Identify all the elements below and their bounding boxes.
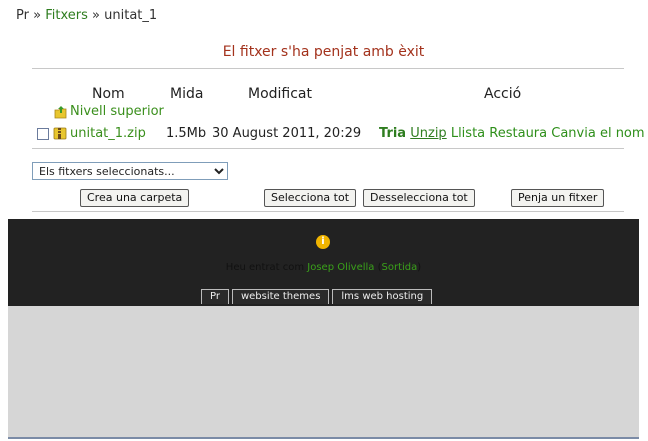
- file-manager-panel: Pr » Fitxers » unitat_1 El fitxer s'ha p…: [8, 8, 645, 218]
- footer-tab-website-themes[interactable]: website themes: [231, 289, 330, 304]
- breadcrumb-files-link[interactable]: Fitxers: [45, 8, 88, 23]
- success-notice: El fitxer s'ha penjat amb èxit: [222, 44, 425, 60]
- divider: [32, 68, 624, 69]
- bottom-border: [8, 437, 639, 439]
- column-header-size: Mida: [170, 86, 204, 102]
- rename-link[interactable]: Canvia el nom: [551, 126, 644, 141]
- divider: [32, 148, 624, 149]
- logout-link[interactable]: Sortida: [382, 262, 418, 273]
- tria-link[interactable]: Tria: [379, 126, 406, 141]
- footer-tabs: Pr website themes lms web hosting: [201, 289, 433, 304]
- upload-file-button[interactable]: Penja un fitxer: [511, 189, 605, 207]
- file-checkbox[interactable]: [37, 128, 49, 140]
- page: Pr » Fitxers » unitat_1 El fitxer s'ha p…: [0, 0, 648, 441]
- deselect-all-button[interactable]: Desselecciona tot: [363, 189, 475, 207]
- user-profile-link[interactable]: Josep Olivella: [307, 262, 374, 273]
- info-icon[interactable]: i: [316, 235, 330, 249]
- list-link[interactable]: Llista: [451, 126, 485, 141]
- zip-file-icon: [53, 127, 67, 140]
- logout-paren-close: ): [417, 262, 422, 273]
- breadcrumb-course-link[interactable]: Pr: [16, 8, 29, 23]
- empty-area: [8, 306, 639, 437]
- divider: [32, 211, 624, 212]
- parent-folder-link[interactable]: Nivell superior: [70, 104, 164, 119]
- footer-tab-lms-web-hosting[interactable]: lms web hosting: [332, 289, 433, 304]
- breadcrumb-separator: »: [92, 8, 100, 23]
- create-folder-button[interactable]: Crea una carpeta: [80, 189, 190, 207]
- breadcrumb: Pr » Fitxers » unitat_1: [16, 8, 157, 28]
- column-header-modified: Modificat: [248, 86, 313, 102]
- restore-link[interactable]: Restaura: [489, 126, 547, 141]
- file-name-link[interactable]: unitat_1.zip: [70, 126, 146, 141]
- site-footer: i Heu entrat com Josep Olivella (Sortida…: [8, 219, 639, 306]
- selected-files-dropdown[interactable]: Els fitxers seleccionats...: [32, 162, 228, 180]
- login-info: Heu entrat com Josep Olivella (Sortida): [8, 262, 639, 273]
- unzip-link[interactable]: Unzip: [410, 126, 446, 141]
- logged-in-text: Heu entrat com: [225, 262, 305, 273]
- file-size: 1.5Mb: [166, 126, 207, 141]
- file-actions: Tria Unzip Llista Restaura Canvia el nom: [379, 126, 645, 141]
- select-all-button[interactable]: Selecciona tot: [264, 189, 357, 207]
- breadcrumb-separator: »: [33, 8, 42, 23]
- column-header-action: Acció: [484, 86, 522, 102]
- footer-tab-home[interactable]: Pr: [201, 289, 229, 304]
- folder-up-icon: [54, 106, 67, 119]
- breadcrumb-current: unitat_1: [104, 8, 158, 23]
- column-header-name: Nom: [92, 86, 125, 102]
- file-modified: 30 August 2011, 20:29: [212, 126, 362, 141]
